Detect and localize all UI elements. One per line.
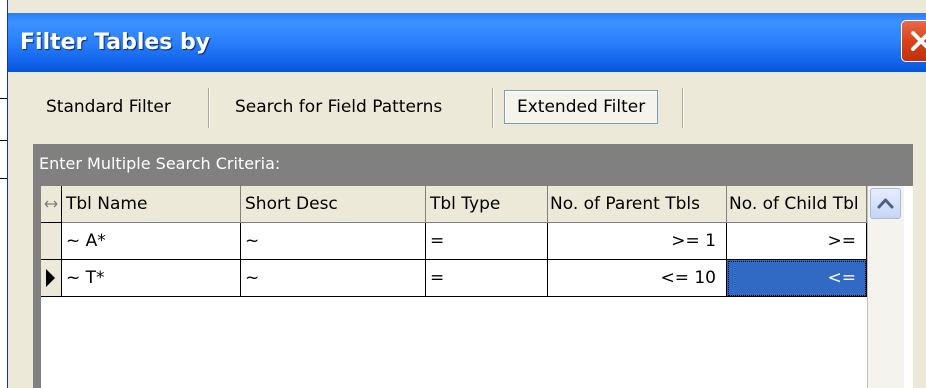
row-selector-current[interactable] [41,260,62,297]
background-window-edge [0,0,7,388]
resize-horizontal-icon [44,200,58,208]
table-row[interactable]: ~ A* ~ = >= 1 >= [41,223,867,260]
cell-parent-tbls[interactable]: <= 10 [548,260,727,297]
table-row-current[interactable]: ~ T* ~ = <= 10 <= [41,260,867,297]
cell-short-desc[interactable]: ~ [241,260,426,297]
column-header-child-tbl[interactable]: No. of Child Tbl [727,186,867,223]
cell-short-desc[interactable]: ~ [241,223,426,260]
cell-tbl-type[interactable]: = [426,223,548,260]
filter-tabs: Standard Filter Search for Field Pattern… [8,72,926,130]
cell-tbl-name[interactable]: ~ T* [62,260,241,297]
criteria-grid: Tbl Name Short Desc Tbl Type No. of Pare… [41,186,913,388]
window-title: Filter Tables by [20,30,211,55]
cell-tbl-type[interactable]: = [426,260,548,297]
tab-separator [492,88,494,128]
panel-caption: Enter Multiple Search Criteria: [39,154,281,173]
column-header-tbl-name[interactable]: Tbl Name [62,186,241,223]
cell-tbl-name[interactable]: ~ A* [62,223,241,260]
cell-child-tbl-selected[interactable]: <= [727,260,867,297]
column-header-short-desc[interactable]: Short Desc [241,186,426,223]
vertical-scrollbar[interactable] [867,186,904,388]
chevron-up-icon [877,198,894,209]
cell-parent-tbls[interactable]: >= 1 [548,223,727,260]
tab-separator [208,88,210,128]
tab-extended-filter[interactable]: Extended Filter [504,90,659,124]
cell-child-tbl[interactable]: >= [727,223,867,260]
tab-search-field-patterns[interactable]: Search for Field Patterns [223,92,454,122]
tab-separator [682,88,684,128]
search-criteria-panel: Enter Multiple Search Criteria: Tbl Name… [33,144,913,388]
row-pointer-icon [46,269,55,287]
select-all-corner[interactable] [41,186,62,223]
title-bar[interactable]: Filter Tables by [8,13,926,72]
row-selector[interactable] [41,223,62,260]
column-header-parent-tbls[interactable]: No. of Parent Tbls [548,186,727,223]
close-button[interactable] [901,20,926,62]
scroll-up-button[interactable] [870,188,901,219]
grid-header-row: Tbl Name Short Desc Tbl Type No. of Pare… [41,186,867,223]
tab-standard-filter[interactable]: Standard Filter [34,92,183,122]
column-header-tbl-type[interactable]: Tbl Type [426,186,548,223]
filter-dialog: Filter Tables by Standard Filter Search … [7,0,926,388]
close-x-icon [911,31,926,51]
